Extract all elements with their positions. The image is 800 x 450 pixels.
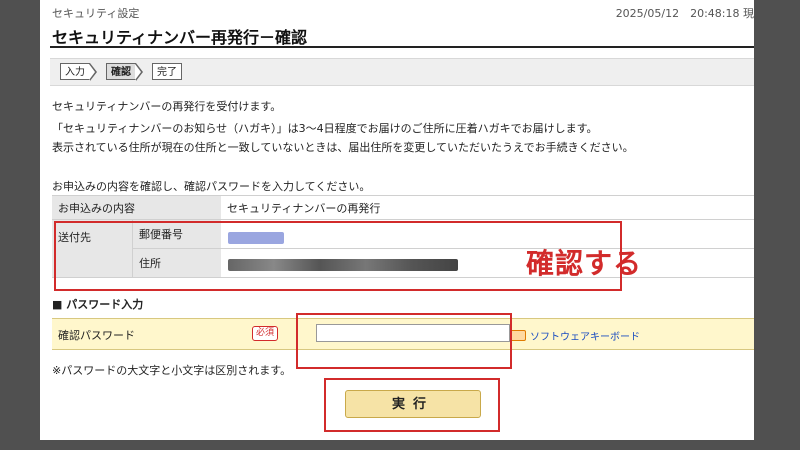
software-keyboard-label: ソフトウェアキーボード	[530, 332, 640, 343]
highlight-box-execute	[324, 378, 500, 432]
password-label: 確認パスワード	[58, 329, 135, 342]
required-badge: 必須	[252, 326, 279, 341]
password-case-note: ※パスワードの大文字と小文字は区別されます。	[52, 364, 292, 377]
application-value: セキュリティナンバーの再発行	[221, 195, 754, 220]
step-input: 入力	[60, 63, 90, 80]
page-title: セキュリティナンバー再発行－確認	[52, 28, 308, 47]
step-confirm: 確認	[106, 63, 136, 80]
software-keyboard-link[interactable]: ソフトウェアキーボード	[510, 328, 640, 343]
annotation-confirm: 確認する	[526, 247, 643, 280]
step-arrow-icon	[135, 63, 143, 81]
password-section-heading: ■ パスワード入力	[52, 298, 144, 311]
breadcrumb: セキュリティ設定	[52, 7, 140, 20]
progress-steps: 入力 確認 完了	[50, 58, 754, 86]
intro-line-2: 「セキュリティナンバーのお知らせ（ハガキ）」は3～4日程度でお届けのご住所に圧着…	[52, 122, 598, 135]
title-divider	[50, 46, 754, 48]
top-bar: セキュリティ設定 2025/05/12 20:48:18 現	[40, 0, 754, 24]
content-panel: セキュリティ設定 2025/05/12 20:48:18 現 セキュリティナンバ…	[40, 0, 754, 440]
step-arrow-icon	[89, 63, 97, 81]
current-datetime: 2025/05/12 20:48:18 現	[615, 7, 754, 20]
application-label: お申込みの内容	[52, 195, 221, 220]
intro-line-1: セキュリティナンバーの再発行を受付けます。	[52, 100, 282, 113]
keyboard-icon	[510, 330, 526, 341]
intro-line-3: 表示されている住所が現在の住所と一致していないときは、届出住所を変更していただい…	[52, 141, 634, 154]
instruction-text: お申込みの内容を確認し、確認パスワードを入力してください。	[52, 180, 371, 193]
table-row: お申込みの内容 セキュリティナンバーの再発行	[52, 195, 754, 220]
step-complete: 完了	[152, 63, 182, 80]
highlight-box-password	[296, 313, 512, 369]
